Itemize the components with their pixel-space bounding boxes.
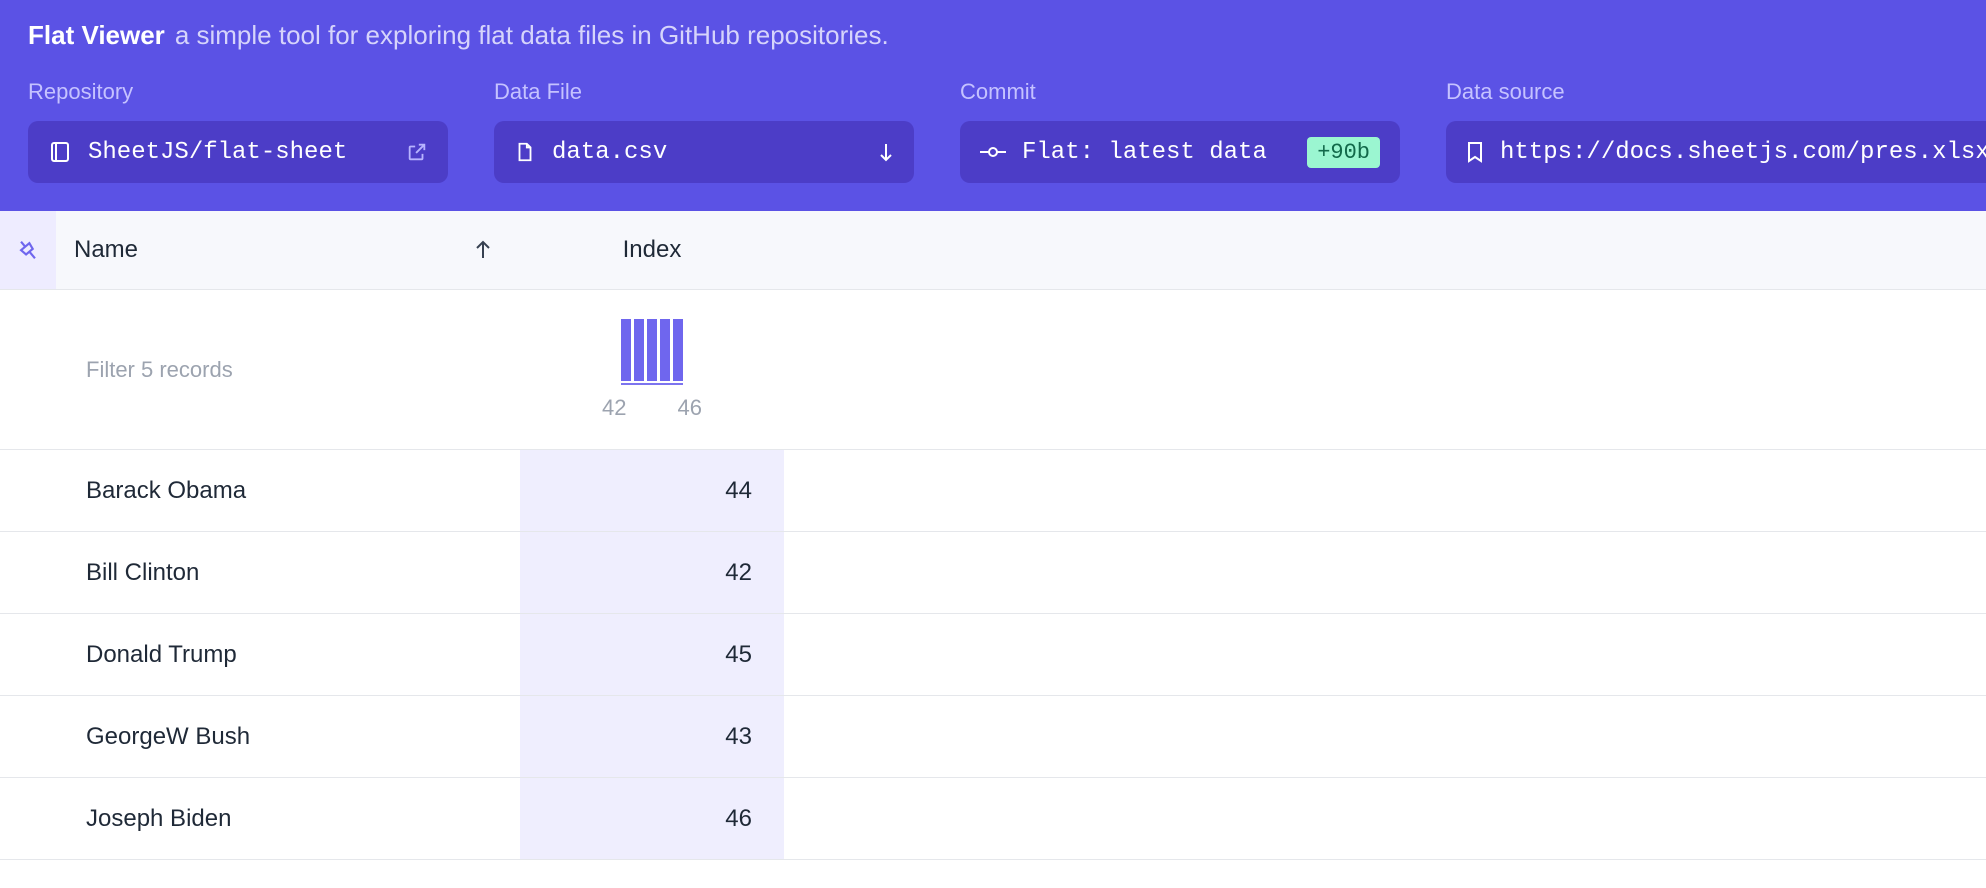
table-header-row: Name Index: [0, 211, 1986, 290]
datasource-pill[interactable]: https://docs.sheetjs.com/pres.xlsx: [1446, 121, 1986, 183]
index-histogram[interactable]: 42 46: [520, 290, 784, 449]
datafile-pill[interactable]: data.csv: [494, 121, 914, 183]
cell-name[interactable]: Bill Clinton: [56, 532, 520, 613]
row-pin-spacer: [0, 614, 56, 695]
header-spacer: [784, 211, 1986, 289]
cell-index[interactable]: 44: [520, 450, 784, 531]
cell-name[interactable]: Joseph Biden: [56, 778, 520, 859]
table-row: GeorgeW Bush 43: [0, 696, 1986, 778]
table-row: Donald Trump 45: [0, 614, 1986, 696]
datasource-value: https://docs.sheetjs.com/pres.xlsx: [1500, 139, 1986, 166]
row-pin-spacer: [0, 778, 56, 859]
sort-asc-icon: [474, 240, 492, 260]
filter-input[interactable]: [56, 290, 520, 449]
repository-picker: Repository SheetJS/flat-sheet: [28, 79, 448, 183]
app-subtitle: a simple tool for exploring flat data fi…: [175, 20, 889, 51]
repository-value: SheetJS/flat-sheet: [88, 139, 347, 166]
pin-column-button[interactable]: [0, 211, 56, 289]
cell-index[interactable]: 45: [520, 614, 784, 695]
row-spacer: [784, 614, 1986, 695]
bookmark-icon: [1466, 140, 1484, 164]
cell-index[interactable]: 43: [520, 696, 784, 777]
repository-pill[interactable]: SheetJS/flat-sheet: [28, 121, 448, 183]
row-spacer: [784, 696, 1986, 777]
histogram-max: 46: [678, 395, 702, 421]
cell-name[interactable]: Donald Trump: [56, 614, 520, 695]
row-pin-spacer: [0, 532, 56, 613]
cell-index[interactable]: 46: [520, 778, 784, 859]
table-row: Bill Clinton 42: [0, 532, 1986, 614]
cell-index[interactable]: 42: [520, 532, 784, 613]
repository-label: Repository: [28, 79, 448, 105]
datafile-value: data.csv: [552, 139, 667, 166]
commit-value: Flat: latest data: [1022, 139, 1267, 166]
file-icon: [514, 140, 536, 164]
datafile-picker: Data File data.csv: [494, 79, 914, 183]
row-spacer: [784, 450, 1986, 531]
column-header-index[interactable]: Index: [520, 211, 784, 289]
table-row: Barack Obama 44: [0, 450, 1986, 532]
external-link-icon[interactable]: [406, 141, 428, 163]
commit-pill[interactable]: Flat: latest data +90b: [960, 121, 1400, 183]
cell-name[interactable]: GeorgeW Bush: [56, 696, 520, 777]
row-spacer: [784, 532, 1986, 613]
row-pin-spacer: [0, 450, 56, 531]
histogram-min: 42: [602, 395, 626, 421]
histogram-bars: [621, 319, 683, 385]
commit-label: Commit: [960, 79, 1400, 105]
datasource-picker: Data source https://docs.sheetjs.com/pre…: [1446, 79, 1986, 183]
commit-icon: [980, 144, 1006, 160]
arrow-down-icon[interactable]: [878, 142, 894, 162]
table-row: Joseph Biden 46: [0, 778, 1986, 860]
data-table: Name Index 42 46 Barack Obama: [0, 211, 1986, 860]
diff-badge: +90b: [1307, 137, 1380, 168]
header-bar: Flat Viewer a simple tool for exploring …: [0, 0, 1986, 211]
repo-icon: [48, 140, 72, 164]
cell-name[interactable]: Barack Obama: [56, 450, 520, 531]
filter-name-cell: [56, 290, 520, 449]
filter-spacer: [784, 290, 1986, 449]
app-title: Flat Viewer: [28, 20, 165, 51]
filter-row: 42 46: [0, 290, 1986, 450]
filter-pin-spacer: [0, 290, 56, 449]
column-header-name-label: Name: [74, 236, 138, 264]
datafile-label: Data File: [494, 79, 914, 105]
column-header-index-label: Index: [623, 236, 682, 264]
row-spacer: [784, 778, 1986, 859]
commit-picker: Commit Flat: latest data +90b: [960, 79, 1400, 183]
datasource-label: Data source: [1446, 79, 1986, 105]
column-header-name[interactable]: Name: [56, 211, 520, 289]
row-pin-spacer: [0, 696, 56, 777]
